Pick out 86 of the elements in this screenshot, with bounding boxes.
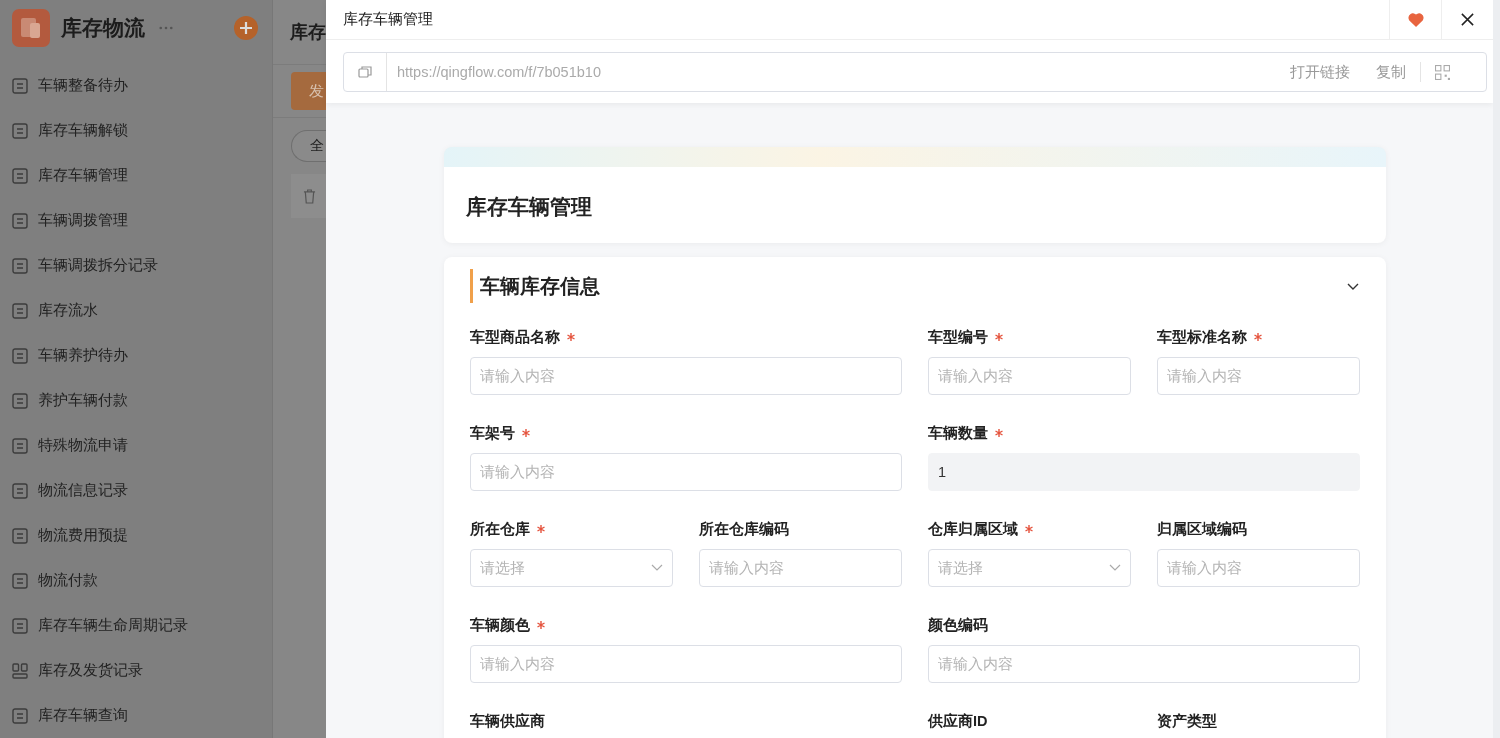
required-icon: [567, 333, 575, 341]
sidebar-item[interactable]: 特殊物流申请: [0, 423, 272, 468]
sidebar-item[interactable]: 物流费用预提: [0, 513, 272, 558]
sidebar-item[interactable]: 养护车辆付款: [0, 378, 272, 423]
field-label: 车辆颜色: [470, 615, 530, 635]
sidebar-item[interactable]: 物流付款: [0, 558, 272, 603]
required-icon: [537, 525, 545, 533]
form-icon: [12, 437, 28, 454]
field-label: 仓库归属区域: [928, 519, 1018, 539]
open-link[interactable]: 打开链接: [1290, 62, 1350, 82]
form-icon: [12, 257, 28, 274]
field-label: 车型商品名称: [470, 327, 560, 347]
field-label: 车架号: [470, 423, 515, 443]
text-input[interactable]: 请输入内容: [1157, 549, 1360, 587]
text-input[interactable]: 请输入内容: [928, 357, 1131, 395]
sidebar-item[interactable]: 车辆整备待办: [0, 63, 272, 108]
dropdown-icon: [651, 564, 663, 572]
form-icon: [12, 617, 28, 634]
form-icon: [12, 347, 28, 364]
sidebar-item[interactable]: 车辆调拨管理: [0, 198, 272, 243]
submit-button[interactable]: 发: [291, 72, 326, 110]
sidebar-item[interactable]: 库存车辆解锁: [0, 108, 272, 153]
copy-link[interactable]: 复制: [1376, 62, 1406, 82]
form-icon: [12, 707, 28, 724]
trash-icon[interactable]: [303, 188, 316, 204]
dropdown-icon: [1109, 564, 1121, 572]
add-icon[interactable]: [234, 16, 258, 40]
required-icon: [537, 621, 545, 629]
field-label: 归属区域编码: [1157, 519, 1247, 539]
field-label: 所在仓库编码: [699, 519, 789, 539]
field-label: 车型编号: [928, 327, 988, 347]
text-input[interactable]: 请输入内容: [1157, 357, 1360, 395]
sidebar-item[interactable]: 库存及发货记录: [0, 648, 272, 693]
text-input[interactable]: 请输入内容: [470, 453, 902, 491]
text-input[interactable]: 请输入内容: [928, 645, 1360, 683]
sidebar-item[interactable]: 库存车辆管理: [0, 153, 272, 198]
sidebar-item[interactable]: 物流信息记录: [0, 468, 272, 513]
more-icon[interactable]: [159, 26, 173, 30]
sidebar-item[interactable]: 车辆调拨拆分记录: [0, 243, 272, 288]
required-icon: [1025, 525, 1033, 533]
filter-tab[interactable]: 全: [291, 130, 326, 162]
required-icon: [995, 333, 1003, 341]
form-icon: [12, 572, 28, 589]
page-title: 库存: [290, 21, 326, 44]
readonly-field: 1: [928, 453, 1360, 491]
link-icon: [358, 65, 372, 79]
modal-title: 库存车辆管理: [342, 9, 434, 29]
sidebar-item[interactable]: 库存车辆查询: [0, 693, 272, 738]
sidebar-item[interactable]: 库存流水: [0, 288, 272, 333]
field-label: 车辆供应商: [470, 711, 545, 731]
field-label: 车型标准名称: [1157, 327, 1247, 347]
accent-bar: [470, 269, 473, 303]
section-title: 车辆库存信息: [480, 273, 600, 299]
app-title: 库存物流: [61, 15, 145, 41]
select-field[interactable]: 请选择: [928, 549, 1131, 587]
form-icon: [12, 482, 28, 499]
required-icon: [1254, 333, 1262, 341]
close-button[interactable]: [1441, 0, 1493, 39]
required-icon: [995, 429, 1003, 437]
text-input[interactable]: 请输入内容: [699, 549, 902, 587]
form-title: 库存车辆管理: [466, 194, 592, 220]
heart-icon: [1407, 12, 1424, 27]
form-icon: [12, 212, 28, 229]
select-field[interactable]: 请选择: [470, 549, 673, 587]
form-icon: [12, 77, 28, 94]
form-icon: [12, 527, 28, 544]
sidebar-item[interactable]: 车辆养护待办: [0, 333, 272, 378]
qr-code-icon[interactable]: [1435, 64, 1450, 80]
field-label: 所在仓库: [470, 519, 530, 539]
favorite-button[interactable]: [1389, 0, 1441, 39]
close-icon: [1460, 12, 1475, 27]
form-icon: [12, 392, 28, 409]
form-icon: [12, 302, 28, 319]
form-icon: [12, 167, 28, 184]
sidebar-item[interactable]: 库存车辆生命周期记录: [0, 603, 272, 648]
required-icon: [522, 429, 530, 437]
text-input[interactable]: 请输入内容: [470, 357, 902, 395]
dashboard-icon: [12, 662, 28, 679]
app-logo-icon: [12, 9, 50, 47]
form-icon: [12, 122, 28, 139]
url-text: https://qingflow.com/f/7b051b10: [396, 64, 602, 80]
field-label: 供应商ID: [928, 711, 988, 731]
field-label: 车辆数量: [928, 423, 988, 443]
field-label: 颜色编码: [928, 615, 988, 635]
text-input[interactable]: 请输入内容: [470, 645, 902, 683]
field-label: 资产类型: [1157, 711, 1217, 731]
